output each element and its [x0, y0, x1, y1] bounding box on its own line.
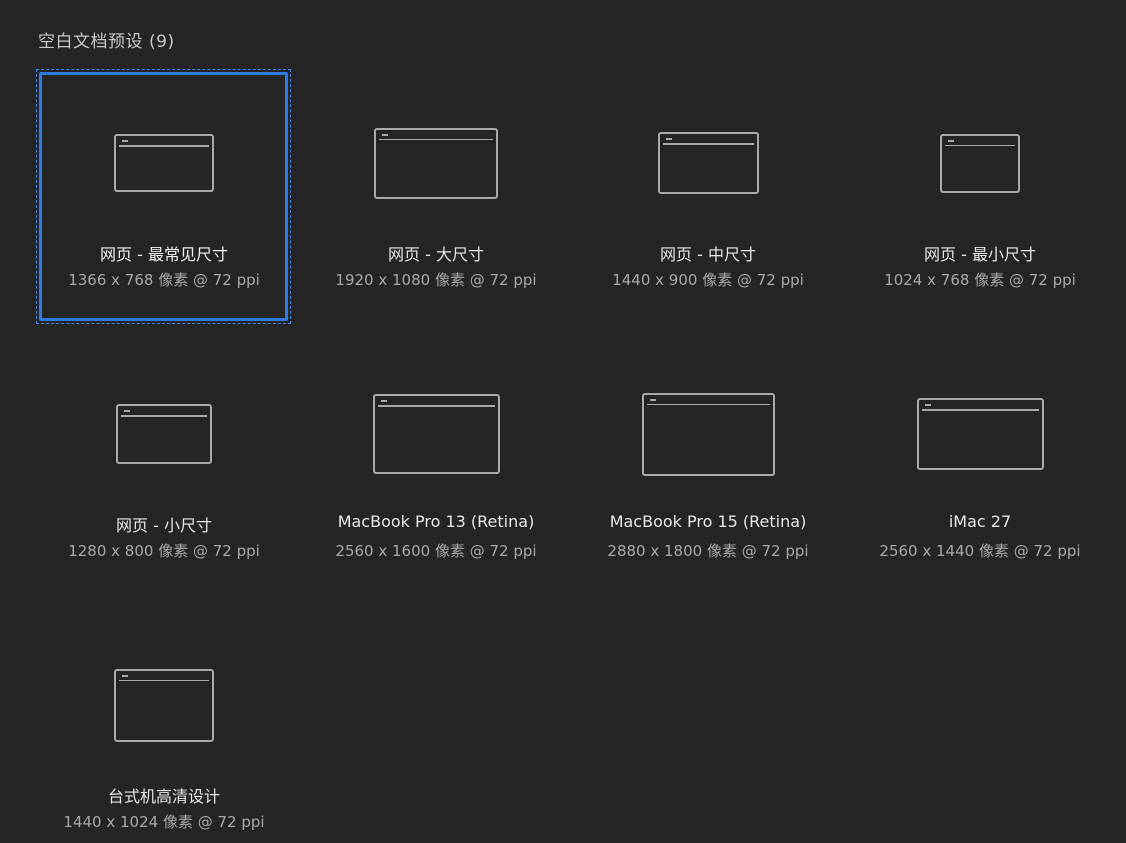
window-icon: [114, 134, 214, 192]
preset-size: 1920 x 1080 像素 @ 72 ppi: [335, 271, 537, 289]
preset-tile-macbook-pro-15[interactable]: MacBook Pro 15 (Retina) 2880 x 1800 像素 @…: [572, 339, 844, 610]
window-icon: [114, 668, 214, 742]
window-icon: [916, 398, 1044, 470]
preset-name: 网页 - 大尺寸: [388, 245, 484, 264]
preset-name: 网页 - 最常见尺寸: [100, 245, 228, 264]
preset-name: 网页 - 最小尺寸: [924, 245, 1036, 264]
preset-size: 1440 x 1024 像素 @ 72 ppi: [63, 813, 265, 831]
preset-tile-web-small[interactable]: 网页 - 小尺寸 1280 x 800 像素 @ 72 ppi: [28, 339, 300, 610]
preset-tile-web-large[interactable]: 网页 - 大尺寸 1920 x 1080 像素 @ 72 ppi: [300, 68, 572, 339]
preset-tile-web-smallest[interactable]: 网页 - 最小尺寸 1024 x 768 像素 @ 72 ppi: [844, 68, 1116, 339]
preset-size: 2880 x 1800 像素 @ 72 ppi: [607, 542, 809, 560]
preset-tile-desktop-hd[interactable]: 台式机高清设计 1440 x 1024 像素 @ 72 ppi: [28, 610, 300, 843]
window-icon: [940, 133, 1020, 193]
preset-name: MacBook Pro 15 (Retina): [609, 512, 807, 531]
preset-size: 2560 x 1600 像素 @ 72 ppi: [335, 542, 537, 560]
window-icon: [116, 404, 212, 464]
preset-size: 1024 x 768 像素 @ 72 ppi: [884, 271, 1076, 289]
preset-size: 1366 x 768 像素 @ 72 ppi: [68, 271, 260, 289]
section-title-label: 空白文档预设: [38, 32, 143, 52]
preset-name: 台式机高清设计: [107, 787, 220, 806]
preset-tile-web-most-common[interactable]: 网页 - 最常见尺寸 1366 x 768 像素 @ 72 ppi: [28, 68, 300, 339]
window-icon: [657, 132, 759, 194]
window-icon: [641, 392, 775, 476]
preset-name: 网页 - 小尺寸: [116, 516, 212, 535]
preset-name: iMac 27: [948, 512, 1012, 531]
preset-name: MacBook Pro 13 (Retina): [337, 512, 535, 531]
section-title: 空白文档预设 (9): [38, 27, 175, 52]
preset-count: (9): [149, 32, 175, 52]
window-icon: [374, 127, 498, 199]
preset-grid: 网页 - 最常见尺寸 1366 x 768 像素 @ 72 ppi 网页 - 大…: [28, 68, 1116, 843]
preset-name: 网页 - 中尺寸: [660, 245, 756, 264]
preset-size: 1440 x 900 像素 @ 72 ppi: [612, 271, 804, 289]
preset-tile-imac-27[interactable]: iMac 27 2560 x 1440 像素 @ 72 ppi: [844, 339, 1116, 610]
window-icon: [372, 394, 500, 474]
preset-size: 2560 x 1440 像素 @ 72 ppi: [879, 542, 1081, 560]
preset-tile-macbook-pro-13[interactable]: MacBook Pro 13 (Retina) 2560 x 1600 像素 @…: [300, 339, 572, 610]
preset-size: 1280 x 800 像素 @ 72 ppi: [68, 542, 260, 560]
preset-tile-web-medium[interactable]: 网页 - 中尺寸 1440 x 900 像素 @ 72 ppi: [572, 68, 844, 339]
blank-document-presets-panel: 空白文档预设 (9) 网页 - 最常见尺寸 1366 x 768 像素 @ 72 …: [0, 0, 1126, 843]
